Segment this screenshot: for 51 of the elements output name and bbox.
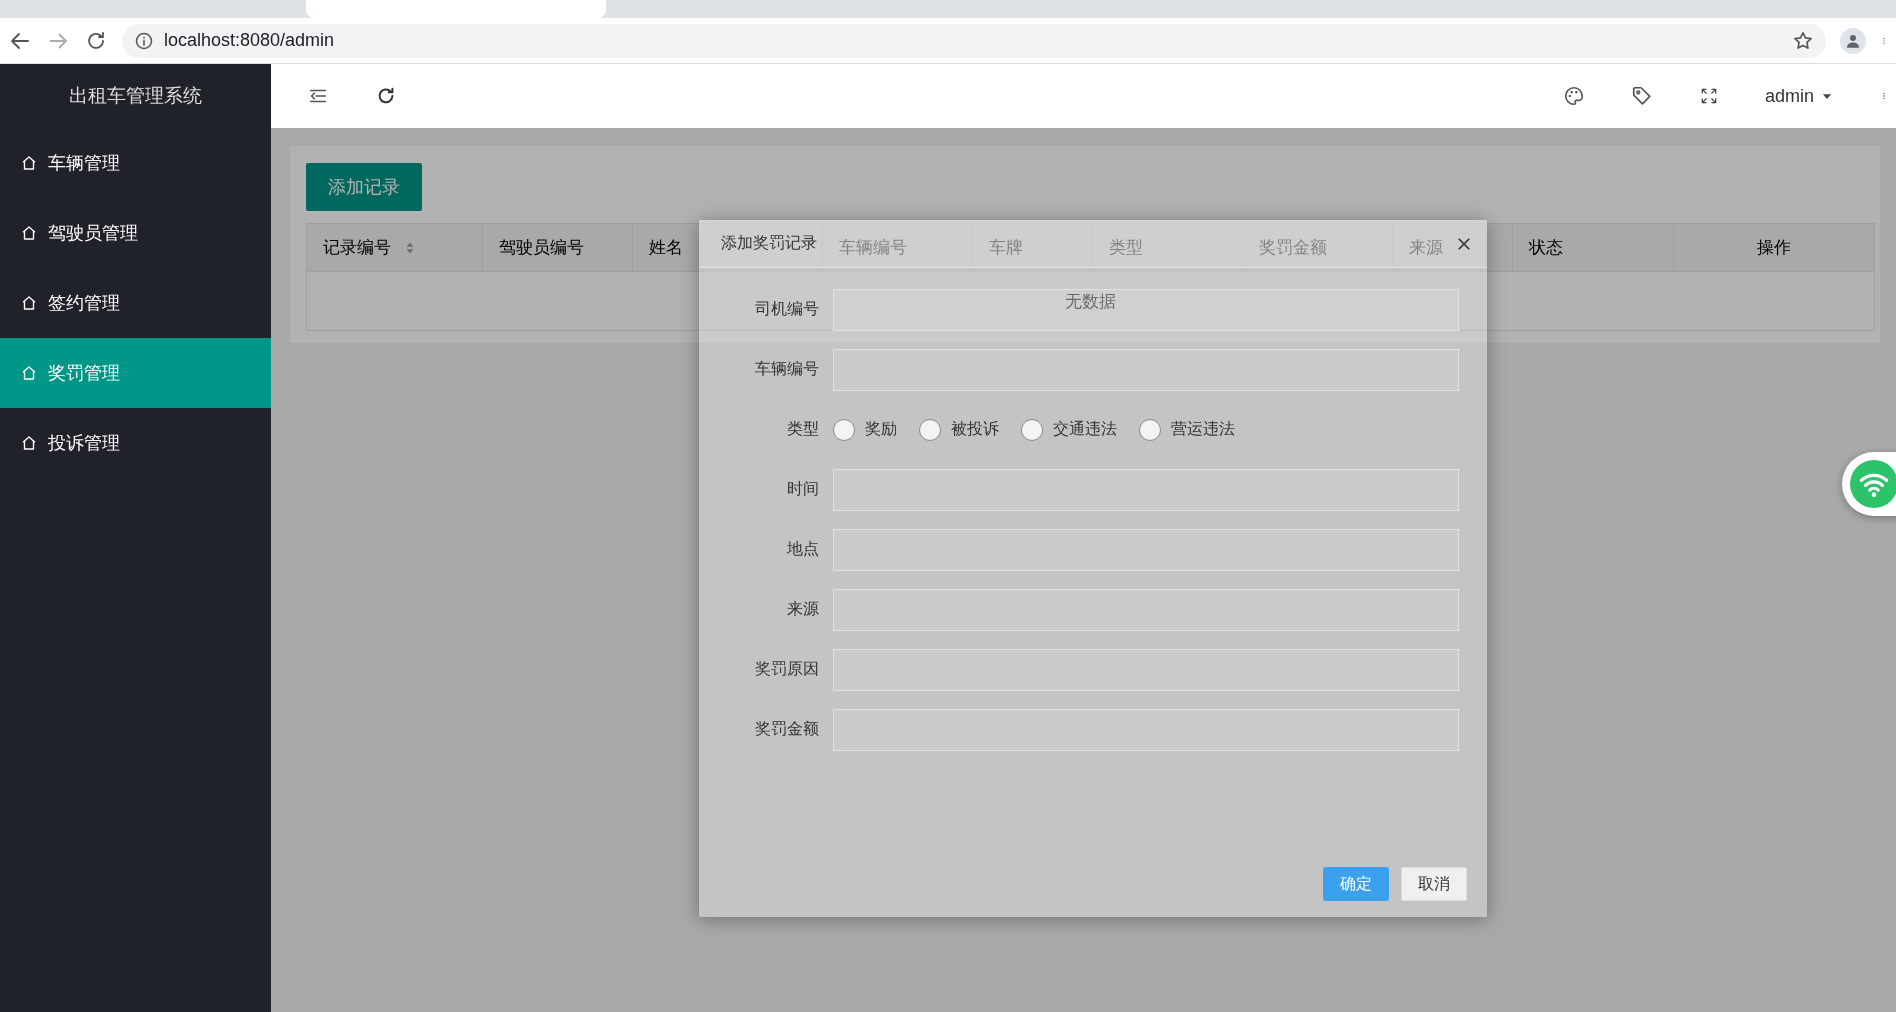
column-header[interactable]: 记录编号 — [306, 223, 483, 272]
column-header: 奖罚金额 — [1242, 223, 1393, 272]
input-field[interactable] — [833, 528, 1459, 571]
url-text: localhost:8080/admin — [164, 30, 336, 51]
sidebar-item[interactable]: 签约管理 — [0, 268, 271, 338]
field-label: 地点 — [786, 539, 819, 559]
home-icon — [20, 224, 38, 242]
home-icon — [20, 364, 38, 382]
radio-option[interactable]: 营运违法 — [1139, 418, 1235, 441]
column-header: 车辆编号 — [822, 223, 973, 272]
column-header: 类型 — [1092, 223, 1243, 272]
column-header: 操作 — [1673, 223, 1875, 272]
home-icon — [20, 434, 38, 452]
field-label: 车辆编号 — [754, 359, 819, 379]
tag-icon[interactable] — [1630, 85, 1653, 107]
home-icon — [20, 294, 38, 312]
input-field[interactable] — [833, 348, 1459, 391]
wifi-button[interactable] — [1850, 460, 1896, 508]
sidebar-item[interactable]: 投诉管理 — [0, 408, 271, 478]
radio-option[interactable]: 被投诉 — [919, 418, 999, 441]
radio-option[interactable]: 交通违法 — [1021, 418, 1117, 441]
field-label: 奖罚金额 — [754, 719, 819, 739]
column-header: 来源 — [1392, 223, 1513, 272]
cancel-button[interactable]: 取消 — [1401, 867, 1467, 901]
field-label: 类型 — [786, 419, 819, 439]
column-header: 状态 — [1512, 223, 1674, 272]
empty-text: 无数据 — [1065, 291, 1116, 311]
input-field[interactable] — [833, 648, 1459, 691]
input-field[interactable] — [833, 708, 1459, 751]
palette-icon[interactable] — [1562, 85, 1585, 107]
input-field[interactable] — [833, 468, 1459, 511]
sidebar-item[interactable]: 车辆管理 — [0, 128, 271, 198]
app-title: 出租车管理系统 — [68, 84, 203, 108]
input-field[interactable] — [833, 588, 1459, 631]
home-icon — [20, 154, 38, 172]
field-label: 时间 — [786, 479, 819, 499]
input-field[interactable] — [833, 288, 1459, 331]
field-label: 司机编号 — [754, 299, 819, 319]
info-icon — [134, 30, 154, 51]
star-icon[interactable] — [1792, 29, 1814, 52]
sidebar-item[interactable]: 奖罚管理 — [0, 338, 271, 408]
field-label: 奖罚原因 — [754, 659, 819, 679]
dialog-title: 添加奖罚记录 — [721, 233, 817, 253]
column-header: 驾驶员编号 — [482, 223, 633, 272]
radio-option[interactable]: 奖励 — [833, 418, 897, 441]
field-label: 来源 — [786, 599, 819, 619]
address-bar[interactable]: localhost:8080/admin — [122, 23, 1826, 58]
user-menu[interactable]: admin — [1764, 85, 1834, 107]
profile-avatar[interactable] — [1840, 27, 1866, 54]
sidebar-item[interactable]: 驾驶员管理 — [0, 198, 271, 268]
column-header: 车牌 — [972, 223, 1093, 272]
